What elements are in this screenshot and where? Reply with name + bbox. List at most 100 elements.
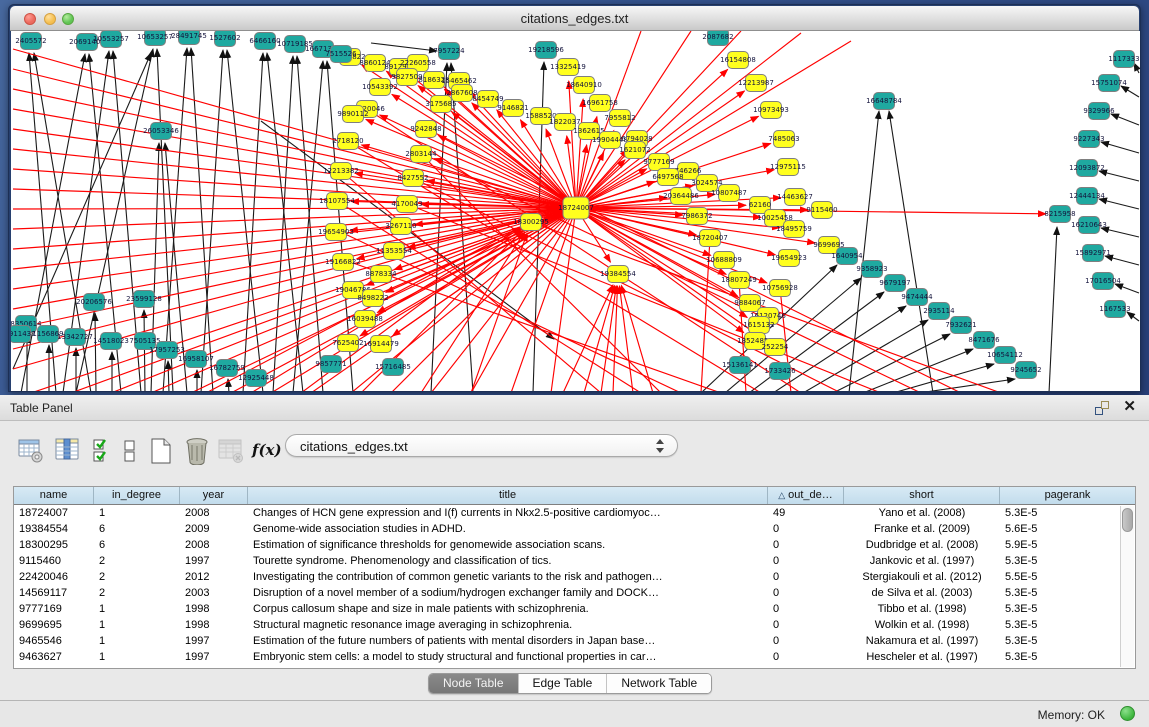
table-cell[interactable]: 5.3E-5 (1000, 649, 1135, 665)
table-cell[interactable]: 18724007 (14, 505, 94, 521)
table-cell[interactable]: 5.3E-5 (1000, 617, 1135, 633)
table-row[interactable]: 1872400712008Changes of HCN gene express… (14, 505, 1135, 521)
table-cell[interactable]: Nakamura et al. (1997) (844, 633, 1000, 649)
graph-node[interactable]: 7932621 (945, 317, 976, 334)
graph-node[interactable]: 10688809 (706, 252, 742, 269)
graph-node[interactable]: 10973493 (753, 102, 789, 119)
float-panel-icon[interactable] (1095, 401, 1109, 415)
create-new-icon[interactable] (148, 437, 174, 465)
network-window[interactable]: citations_edges.txt 18724007756382288601… (8, 4, 1141, 392)
graph-node[interactable]: 28491745 (171, 31, 207, 45)
graph-node[interactable]: 1527602 (209, 31, 240, 47)
table-cell[interactable]: 9115460 (14, 553, 94, 569)
table-cell[interactable]: 0 (768, 521, 844, 537)
table-cell[interactable]: 9465546 (14, 633, 94, 649)
table-cell[interactable]: 1 (94, 649, 180, 665)
row-height-icon[interactable] (122, 437, 138, 465)
graph-node[interactable]: 9227343 (1073, 131, 1104, 148)
graph-node[interactable]: 10543392 (362, 79, 398, 96)
table-cell[interactable]: 6 (94, 521, 180, 537)
graph-node[interactable]: 10653257 (137, 31, 173, 46)
graph-node[interactable]: 16210643 (1071, 217, 1107, 234)
table-cell[interactable]: 0 (768, 569, 844, 585)
graph-node[interactable]: 18807249 (721, 272, 757, 289)
table-cell[interactable]: 5.6E-5 (1000, 521, 1135, 537)
table-cell[interactable]: Estimation of the future numbers of pati… (248, 633, 768, 649)
graph-node[interactable]: 8471676 (968, 332, 1000, 349)
table-cell[interactable]: 18300295 (14, 537, 94, 553)
column-header-title[interactable]: title (248, 487, 768, 504)
table-cell[interactable]: 5.5E-5 (1000, 569, 1135, 585)
table-header-row[interactable]: namein_degreeyeartitle△out_de…shortpager… (14, 487, 1135, 505)
table-cell[interactable]: Dudbridge et al. (2008) (844, 537, 1000, 553)
table-cell[interactable]: 5.3E-5 (1000, 505, 1135, 521)
graph-node[interactable]: 9777169 (643, 154, 674, 171)
table-cell[interactable]: 0 (768, 553, 844, 569)
graph-node[interactable]: 9679197 (879, 275, 910, 292)
graph-node[interactable]: 8878334 (365, 266, 397, 283)
table-row[interactable]: 946362711997Embryonic stem cells: a mode… (14, 649, 1135, 665)
table-cell[interactable]: 6 (94, 537, 180, 553)
column-header-in_degree[interactable]: in_degree (94, 487, 180, 504)
column-header-short[interactable]: short (844, 487, 1000, 504)
table-cell[interactable]: 2008 (180, 537, 248, 553)
graph-node[interactable]: 16648784 (866, 93, 902, 110)
graph-node[interactable]: 19166822 (325, 254, 361, 271)
graph-node[interactable]: 18720407 (692, 230, 728, 247)
table-row[interactable]: 2242004622012Investigating the contribut… (14, 569, 1135, 585)
table-cell[interactable]: 1 (94, 601, 180, 617)
function-builder-icon[interactable]: f(x) (252, 441, 278, 469)
table-cell[interactable]: Wolkin et al. (1998) (844, 617, 1000, 633)
graph-node[interactable]: 4170043 (391, 196, 422, 213)
table-cell[interactable]: 2 (94, 553, 180, 569)
table-cell[interactable]: 1997 (180, 553, 248, 569)
graph-node[interactable]: 15751074 (1091, 75, 1127, 92)
table-cell[interactable]: Stergiakouli et al. (2012) (844, 569, 1000, 585)
table-cell[interactable]: 2003 (180, 585, 248, 601)
graph-node[interactable]: 18724007 (558, 197, 594, 219)
table-cell[interactable]: 14569117 (14, 585, 94, 601)
table-cell[interactable]: 1997 (180, 633, 248, 649)
graph-node[interactable]: 14518023 (93, 333, 129, 350)
column-header-name[interactable]: name (14, 487, 94, 504)
network-canvas[interactable]: 1872400775638228860124891295422260558982… (11, 31, 1140, 391)
graph-node[interactable]: 9115460 (806, 202, 837, 219)
graph-node[interactable]: 9245652 (1010, 362, 1041, 379)
graph-node[interactable]: 1733426 (764, 363, 796, 380)
graph-node[interactable]: 19384554 (600, 266, 636, 283)
table-cell[interactable]: Hescheler et al. (1997) (844, 649, 1000, 665)
graph-node[interactable]: 9242848 (410, 121, 441, 138)
table-cell[interactable]: 2009 (180, 521, 248, 537)
graph-node[interactable]: 16154808 (720, 52, 756, 69)
table-cell[interactable]: 9463627 (14, 649, 94, 665)
table-cell[interactable]: 19384554 (14, 521, 94, 537)
table-row[interactable]: 977716911998Corpus callosum shape and si… (14, 601, 1135, 617)
table-cell[interactable]: 5.3E-5 (1000, 585, 1135, 601)
column-header-pagerank[interactable]: pagerank (1000, 487, 1135, 504)
graph-node[interactable]: 12444134 (1069, 188, 1105, 205)
graph-node[interactable]: 9474444 (901, 289, 933, 306)
column-header-out_de[interactable]: △out_de… (768, 487, 844, 504)
table-cell[interactable]: 22420046 (14, 569, 94, 585)
table-row[interactable]: 1830029562008Estimation of significance … (14, 537, 1135, 553)
graph-node[interactable]: 23599128 (126, 291, 162, 308)
graph-node[interactable]: 12093872 (1069, 160, 1105, 177)
table-cell[interactable]: 5.3E-5 (1000, 633, 1135, 649)
table-cell[interactable]: Tourette syndrome. Phenomenology and cla… (248, 553, 768, 569)
tab-node-table[interactable]: Node Table (429, 674, 519, 693)
memory-status-indicator[interactable] (1120, 706, 1135, 721)
graph-node[interactable]: 6466160 (249, 33, 280, 50)
graph-node[interactable]: 10654112 (987, 347, 1023, 364)
table-cell[interactable]: 1998 (180, 601, 248, 617)
graph-node[interactable]: 18640910 (566, 77, 602, 94)
graph-node[interactable]: 19654923 (771, 250, 807, 267)
graph-node[interactable]: 252254 (762, 339, 789, 356)
table-select-dropdown[interactable]: citations_edges.txt (285, 434, 678, 457)
scrollbar-thumb[interactable] (1122, 508, 1133, 532)
tab-edge-table[interactable]: Edge Table (519, 674, 608, 693)
graph-node[interactable]: 1167533 (1099, 301, 1130, 318)
table-cell[interactable]: Disruption of a novel member of a sodium… (248, 585, 768, 601)
table-cell[interactable]: Genome-wide association studies in ADHD. (248, 521, 768, 537)
table-cell[interactable]: Changes of HCN gene expression and I(f) … (248, 505, 768, 521)
table-cell[interactable]: 2 (94, 569, 180, 585)
